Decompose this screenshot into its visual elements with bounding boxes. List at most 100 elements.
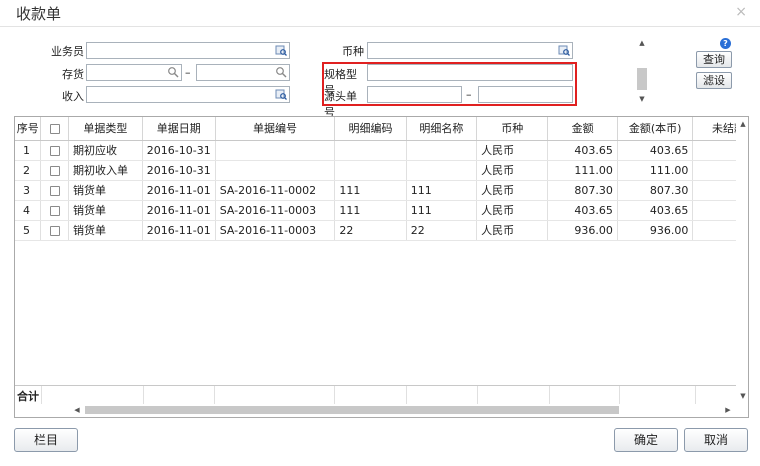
scroll-down-icon[interactable]: ▼ bbox=[737, 391, 748, 401]
table-row[interactable]: 4 销货单 2016-11-01 SA-2016-11-0003 111 111… bbox=[15, 200, 748, 221]
row-number: 4 bbox=[15, 200, 42, 221]
col-header[interactable]: 金额(本币) bbox=[617, 117, 694, 141]
currency: 人民币 bbox=[476, 200, 549, 221]
row-checkbox[interactable] bbox=[49, 205, 60, 216]
detail-name bbox=[406, 140, 478, 161]
search-icon[interactable] bbox=[275, 66, 287, 78]
col-header[interactable]: 明细编码 bbox=[334, 117, 407, 141]
scroll-thumb[interactable] bbox=[637, 68, 647, 90]
col-header[interactable]: 单据日期 bbox=[142, 117, 216, 141]
detail-code: 22 bbox=[334, 220, 407, 241]
row-select-cell[interactable] bbox=[40, 200, 69, 221]
amount: 807.30 bbox=[547, 180, 618, 201]
income-label: 收入 bbox=[62, 90, 84, 103]
row-number: 3 bbox=[15, 180, 42, 201]
col-header[interactable]: 序号 bbox=[15, 117, 42, 141]
detail-code: 111 bbox=[334, 200, 407, 221]
doc-type: 销货单 bbox=[68, 180, 143, 201]
salesperson-label: 业务员 bbox=[51, 45, 84, 58]
doc-type: 销货单 bbox=[68, 220, 143, 241]
amount: 936.00 bbox=[547, 220, 618, 241]
row-checkbox[interactable] bbox=[49, 165, 60, 176]
select-all-checkbox[interactable] bbox=[49, 123, 60, 134]
lookup-icon[interactable] bbox=[275, 88, 287, 100]
query-button[interactable]: 查询 bbox=[696, 51, 732, 68]
doc-number: SA-2016-11-0002 bbox=[215, 180, 336, 201]
doc-date: 2016-11-01 bbox=[142, 180, 216, 201]
grid-vertical-scrollbar[interactable]: ▲ ▼ bbox=[736, 117, 748, 417]
detail-code bbox=[334, 140, 407, 161]
filter-settings-button[interactable]: 滤设 bbox=[696, 72, 732, 89]
currency-field[interactable] bbox=[367, 42, 573, 59]
row-select-cell[interactable] bbox=[40, 140, 69, 161]
detail-name: 22 bbox=[406, 220, 478, 241]
doc-type: 期初收入单 bbox=[68, 160, 143, 181]
detail-name bbox=[406, 160, 478, 181]
select-all-cell[interactable] bbox=[40, 117, 69, 141]
income-field[interactable] bbox=[86, 86, 290, 103]
col-header[interactable]: 币种 bbox=[476, 117, 549, 141]
col-header[interactable]: 明细名称 bbox=[406, 117, 478, 141]
doc-type: 销货单 bbox=[68, 200, 143, 221]
ok-button[interactable]: 确定 bbox=[614, 428, 678, 452]
scroll-left-icon[interactable]: ◀ bbox=[71, 404, 83, 416]
row-number: 2 bbox=[15, 160, 42, 181]
col-header[interactable]: 单据类型 bbox=[68, 117, 143, 141]
table-row[interactable]: 1 期初应收 2016-10-31 人民币 403.65 403.65 4 bbox=[15, 140, 748, 161]
amount: 403.65 bbox=[547, 140, 618, 161]
horizontal-scrollbar[interactable]: ◀ ▶ bbox=[71, 404, 736, 416]
col-header[interactable]: 金额 bbox=[547, 117, 618, 141]
inventory-from-field[interactable] bbox=[86, 64, 182, 81]
cancel-button[interactable]: 取消 bbox=[684, 428, 748, 452]
scroll-up-icon[interactable]: ▲ bbox=[737, 119, 748, 129]
scroll-down-icon[interactable]: ▼ bbox=[636, 94, 648, 104]
grid-header: 序号 单据类型 单据日期 单据编号 明细编码 明细名称 币种 金额 金额(本币)… bbox=[15, 117, 748, 141]
amount-local: 936.00 bbox=[617, 220, 694, 241]
detail-code bbox=[334, 160, 407, 181]
row-checkbox[interactable] bbox=[49, 185, 60, 196]
lookup-icon[interactable] bbox=[558, 44, 570, 56]
help-icon[interactable]: ? bbox=[720, 38, 731, 49]
currency-label: 币种 bbox=[342, 45, 364, 58]
currency: 人民币 bbox=[476, 180, 549, 201]
col-header[interactable]: 单据编号 bbox=[215, 117, 336, 141]
lookup-icon[interactable] bbox=[275, 44, 287, 56]
amount-local: 403.65 bbox=[617, 140, 694, 161]
detail-name: 111 bbox=[406, 180, 478, 201]
total-label: 合计 bbox=[17, 390, 39, 403]
total-row: 合计 bbox=[15, 385, 748, 404]
currency: 人民币 bbox=[476, 160, 549, 181]
doc-date: 2016-10-31 bbox=[142, 160, 216, 181]
detail-code: 111 bbox=[334, 180, 407, 201]
row-checkbox[interactable] bbox=[49, 225, 60, 236]
row-select-cell[interactable] bbox=[40, 180, 69, 201]
row-select-cell[interactable] bbox=[40, 220, 69, 241]
amount-local: 403.65 bbox=[617, 200, 694, 221]
row-select-cell[interactable] bbox=[40, 160, 69, 181]
row-number: 1 bbox=[15, 140, 42, 161]
row-checkbox[interactable] bbox=[49, 145, 60, 156]
inventory-to-field[interactable] bbox=[196, 64, 290, 81]
doc-number bbox=[215, 160, 336, 181]
horizontal-scroll-thumb[interactable] bbox=[85, 406, 619, 414]
row-number: 5 bbox=[15, 220, 42, 241]
doc-type: 期初应收 bbox=[68, 140, 143, 161]
amount: 403.65 bbox=[547, 200, 618, 221]
scroll-right-icon[interactable]: ▶ bbox=[722, 404, 734, 416]
table-row[interactable]: 2 期初收入单 2016-10-31 人民币 111.00 111.00 1 bbox=[15, 160, 748, 181]
title-bar: 收款单 × bbox=[0, 0, 760, 26]
salesperson-field[interactable] bbox=[86, 42, 290, 59]
table-row[interactable]: 3 销货单 2016-11-01 SA-2016-11-0002 111 111… bbox=[15, 180, 748, 201]
close-icon[interactable]: × bbox=[735, 4, 747, 20]
currency: 人民币 bbox=[476, 220, 549, 241]
columns-button[interactable]: 栏目 bbox=[14, 428, 78, 452]
doc-date: 2016-10-31 bbox=[142, 140, 216, 161]
inventory-range-dash: – bbox=[185, 66, 191, 79]
search-icon[interactable] bbox=[167, 66, 179, 78]
doc-date: 2016-11-01 bbox=[142, 200, 216, 221]
amount-local: 807.30 bbox=[617, 180, 694, 201]
amount-local: 111.00 bbox=[617, 160, 694, 181]
filter-scrollbar[interactable]: ▲ ▼ bbox=[636, 38, 648, 104]
table-row[interactable]: 5 销货单 2016-11-01 SA-2016-11-0003 22 22 人… bbox=[15, 220, 748, 241]
scroll-up-icon[interactable]: ▲ bbox=[636, 38, 648, 48]
